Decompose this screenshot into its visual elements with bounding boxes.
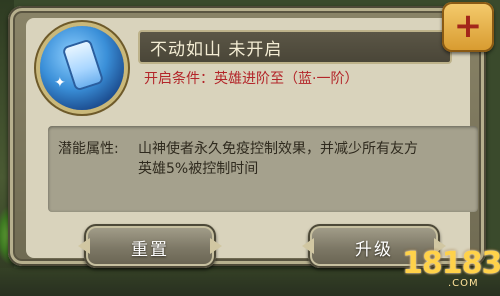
dialog-content: ✦ 不动如山 未开启 开启条件：英雄进阶至（蓝·一阶） 潜能属性: 山神使者永久… bbox=[26, 18, 478, 268]
skill-info-dialog: ✦ 不动如山 未开启 开启条件：英雄进阶至（蓝·一阶） 潜能属性: 山神使者永久… bbox=[8, 6, 486, 268]
reset-button-label: 重置 bbox=[131, 240, 169, 260]
blue-tablet-icon bbox=[64, 41, 102, 89]
plus-icon: + bbox=[453, 6, 483, 46]
potential-attribute-box: 潜能属性: 山神使者永久免疫控制效果，并减少所有友方 英雄5%被控制时间 bbox=[48, 126, 478, 212]
plus-button[interactable]: + bbox=[442, 2, 494, 52]
reset-button[interactable]: 重置 bbox=[84, 224, 216, 268]
unlock-condition: 开启条件：英雄进阶至（蓝·一阶） bbox=[144, 71, 359, 87]
potential-attribute-text-line1: 山神使者永久免疫控制效果，并减少所有友方 bbox=[138, 141, 418, 157]
skill-title: 不动如山 未开启 bbox=[150, 40, 283, 60]
potential-attribute-text-line2: 英雄5%被控制时间 bbox=[138, 161, 259, 177]
sparkle-icon: ✦ bbox=[54, 75, 66, 91]
skill-icon[interactable]: ✦ bbox=[40, 26, 124, 110]
watermark-number: 18183 bbox=[402, 246, 500, 281]
potential-attribute-label: 潜能属性: bbox=[58, 141, 119, 157]
skill-title-bar: 不动如山 未开启 bbox=[138, 30, 452, 64]
site-watermark-logo: 18183 .COM bbox=[402, 246, 500, 294]
watermark-suffix: .COM bbox=[448, 278, 479, 289]
